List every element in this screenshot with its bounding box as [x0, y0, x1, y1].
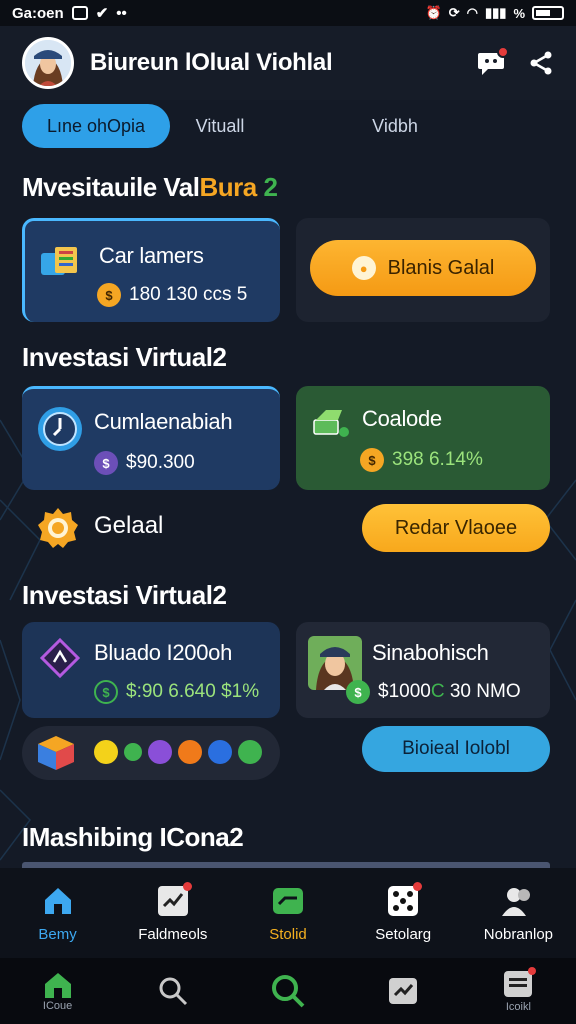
- coin-icon: ●: [351, 256, 376, 280]
- wallet-icon: [271, 884, 305, 918]
- home-icon: [41, 884, 75, 918]
- search-icon: [159, 977, 187, 1006]
- nav-item-setolarg[interactable]: Setolarg: [346, 868, 461, 958]
- card-value: 398 6.14%: [392, 449, 483, 470]
- battery-icon: [532, 6, 564, 20]
- tab-line-ohopia[interactable]: Lıne ohOpia: [22, 104, 170, 148]
- bioieal-iolobl-button[interactable]: Bioieal Iolobl: [362, 726, 550, 772]
- nav-item-nobranlop[interactable]: Nobranlop: [461, 868, 576, 958]
- diamond-icon: [39, 637, 81, 679]
- people-icon: [501, 884, 535, 918]
- section-3-title: Investasi Virtual2: [22, 580, 227, 610]
- yellow-dot[interactable]: [94, 740, 118, 764]
- orange-dot[interactable]: [178, 740, 202, 764]
- chat-bubble-icon[interactable]: [476, 46, 509, 77]
- section-4-title: IMashibing ICona2: [22, 822, 244, 852]
- coin-icon: $: [94, 451, 118, 475]
- card-bluado[interactable]: Bluado I200oh $ $:90 6.640 $1%: [22, 622, 280, 718]
- card-title: Bluado I200oh: [94, 640, 233, 665]
- purple-dot[interactable]: [148, 740, 172, 764]
- nav-bottom-home[interactable]: ICoue: [0, 958, 115, 1024]
- nav-item-stolid[interactable]: Stolid: [230, 868, 345, 958]
- card-value: $:90 6.640 $1%: [126, 681, 260, 702]
- notification-status-icon: [71, 6, 88, 20]
- alarm-icon: ⏰: [425, 5, 442, 20]
- section-1-title: Mvesitauile ValBura 2: [22, 172, 278, 202]
- chart-box-icon: [312, 406, 352, 442]
- dice-icon: [386, 881, 423, 918]
- carrier-label: Ga:oen: [12, 4, 64, 22]
- green-dot[interactable]: [238, 740, 262, 764]
- tab-bar: Lıne ohOpia Vituall Vidbh: [22, 104, 554, 148]
- card-car-lamers[interactable]: Car lamers $ 180 130 ccs 5: [22, 218, 280, 322]
- app-header: Biureun lOlual Viohlal: [0, 26, 576, 100]
- card-sinabohisch[interactable]: Sinabohisch $ $1000C 30 NMO: [296, 622, 550, 718]
- home-icon: [44, 973, 71, 998]
- tab-vidbh[interactable]: Vidbh: [310, 104, 480, 148]
- nav-bottom-search-1[interactable]: [115, 958, 230, 1024]
- card-title: Car lamers: [99, 243, 204, 268]
- green-dot[interactable]: [124, 743, 142, 761]
- card-value: $1000C 30 NMO: [378, 681, 521, 702]
- page-title: Biureun lOlual Viohlal: [90, 49, 333, 76]
- card-value: $90.300: [126, 452, 195, 473]
- card-title: Coalode: [362, 406, 442, 431]
- signal-icon: ▮▮▮: [484, 5, 507, 20]
- search-icon: [272, 975, 305, 1008]
- card-coalode[interactable]: Coalode $ 398 6.14%: [296, 386, 550, 490]
- folder-icon: [39, 241, 83, 281]
- avatar-portrait-icon: [25, 40, 71, 86]
- nav-item-bemy[interactable]: Bemy: [0, 868, 115, 958]
- app-status-icon: ✔: [95, 5, 109, 22]
- cube-icon: [36, 734, 76, 772]
- chart-icon: [156, 881, 192, 918]
- status-bar: Ga:oen ✔ •• ⏰ ⟳ ◠ ▮▮▮ %: [0, 0, 576, 26]
- nav-bottom-search-2[interactable]: [230, 958, 345, 1024]
- share-icon[interactable]: [528, 50, 554, 76]
- nav-bar-primary: Bemy Faldmeols Stolid Setolarg Nobranlop: [0, 868, 576, 958]
- nav-bottom-chart[interactable]: [346, 958, 461, 1024]
- nav-bottom-list[interactable]: Icoikl: [461, 958, 576, 1024]
- chart-icon: [389, 978, 418, 1004]
- nav-item-faldmeols[interactable]: Faldmeols: [115, 868, 230, 958]
- tab-vituall[interactable]: Vituall: [170, 104, 270, 148]
- sync-icon: ⟳: [448, 5, 460, 20]
- battery-percent: %: [513, 5, 525, 21]
- blanis-galal-button[interactable]: ● Blanis Galal: [310, 240, 536, 296]
- nav-bar-system: ICoue Icoikl: [0, 958, 576, 1024]
- clock-icon: [36, 405, 84, 453]
- card-cumlaenabiah[interactable]: Cumlaenabiah $ $90.300: [22, 386, 280, 490]
- more-dots-icon: ••: [116, 4, 127, 22]
- section-2-title: Investasi Virtual2: [22, 342, 227, 372]
- blue-dot[interactable]: [208, 740, 232, 764]
- goal-label: Gelaal: [94, 512, 164, 539]
- redar-vlaoee-button[interactable]: Redar Vlaoee: [362, 504, 550, 552]
- card-title: Cumlaenabiah: [94, 409, 233, 434]
- coin-icon: $: [360, 448, 384, 472]
- coin-icon: $: [97, 283, 121, 307]
- notification-badge: [497, 46, 509, 58]
- avatar[interactable]: [22, 37, 74, 89]
- goal-medal-icon: [36, 506, 80, 550]
- coin-icon: $: [346, 680, 370, 704]
- color-dots: [94, 740, 262, 764]
- card-value: 180 130 ccs 5: [129, 284, 248, 305]
- card-title: Sinabohisch: [372, 640, 489, 665]
- coin-icon: $: [94, 680, 118, 704]
- wifi-icon: ◠: [466, 5, 478, 20]
